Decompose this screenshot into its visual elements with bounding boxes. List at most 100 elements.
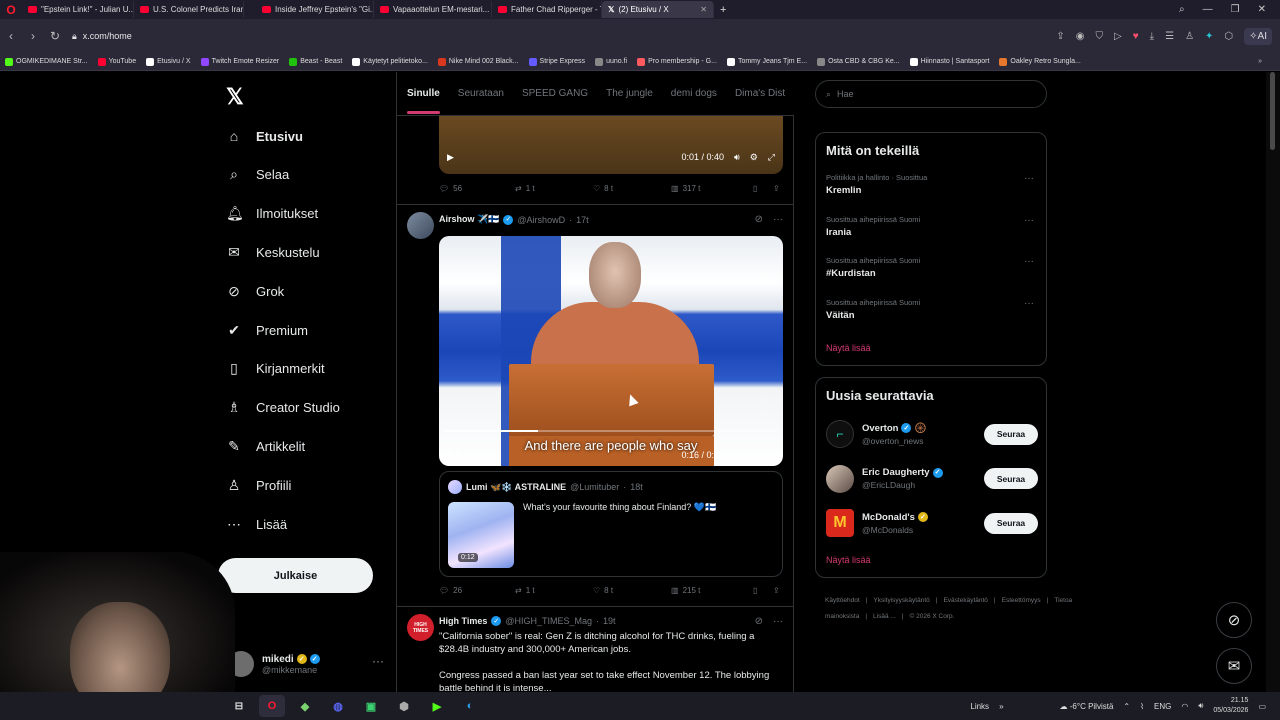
app-taskbar-icon[interactable]: ⬢ (391, 695, 417, 717)
share-icon[interactable]: ⇪ (773, 586, 780, 595)
notifications-icon[interactable]: ▭ (1258, 702, 1266, 711)
search-input[interactable]: ⌕ Hae (815, 80, 1047, 108)
nav-item-profiili[interactable]: ♙ Profiili (226, 472, 292, 498)
url-field[interactable]: 🔒︎ x.com/home (72, 31, 132, 42)
search-tabs-icon[interactable]: ⌕ (1179, 4, 1185, 15)
play-icon[interactable]: ▷ (1114, 31, 1122, 42)
timeline-tab[interactable]: SPEED GANG (522, 88, 588, 99)
nav-item-keskustelu[interactable]: ✉ Keskustelu (226, 239, 319, 265)
bookmark-item[interactable]: Twitch Emote Resizer (196, 57, 285, 66)
wifi-icon[interactable]: ◠ (1181, 702, 1188, 711)
show-more-link[interactable]: Näytä lisää (826, 555, 871, 565)
more-options-icon[interactable]: ··· (1024, 173, 1034, 184)
bookmark-item[interactable]: YouTube (93, 57, 142, 66)
more-options-icon[interactable]: ··· (1024, 256, 1034, 267)
nav-item-etusivu[interactable]: ⌂ Etusivu (226, 123, 303, 149)
trend-item[interactable]: Suosittua aihepiirissä Suomi Irania ··· (826, 215, 1038, 238)
edge-taskbar-icon[interactable]: ◐ (457, 695, 483, 717)
scrollbar-thumb[interactable] (1270, 72, 1275, 150)
post-button[interactable]: Julkaise (218, 558, 373, 593)
minimize-icon[interactable]: — (1203, 4, 1213, 15)
x-logo-icon[interactable]: 𝕏 (226, 84, 244, 110)
footer-link[interactable]: Käyttöehdot (825, 597, 860, 604)
messages-fab-icon[interactable]: ✉ (1216, 648, 1252, 684)
timeline-tab[interactable]: Dima's Dist (735, 88, 785, 99)
close-tab-icon[interactable]: ✕ (696, 5, 707, 14)
timeline-tab[interactable]: The jungle (606, 88, 653, 99)
profile-icon[interactable]: ♙ (1185, 31, 1194, 42)
nav-item-grok[interactable]: ⊘ Grok (226, 278, 284, 304)
follow-suggestion[interactable]: Eric Daugherty ✓ @EricLDaugh Seuraa (826, 461, 1038, 497)
follow-button[interactable]: Seuraa (984, 512, 1038, 534)
trend-item[interactable]: Suosittua aihepiirissä Suomi Väitän ··· (826, 298, 1038, 321)
account-switcher[interactable]: mikedi ✓ ✓ @mikkemane ··· (228, 646, 388, 682)
weather-widget[interactable]: ☁ -6°C Pilvistä (1060, 702, 1114, 711)
more-options-icon[interactable]: ··· (1024, 298, 1034, 309)
extension-icon[interactable]: ✦ (1205, 31, 1213, 42)
grok-fab-icon[interactable]: ⊘ (1216, 602, 1252, 638)
follow-suggestion[interactable]: M McDonald's ✓ @McDonalds Seuraa (826, 505, 1038, 541)
shield-icon[interactable]: ⛉ (1096, 31, 1104, 42)
pause-icon[interactable]: ❚❚ (447, 450, 462, 461)
nav-item-ilmoitukset[interactable]: 🔔︎ Ilmoitukset (226, 201, 318, 227)
bookmark-icon[interactable]: ▯ (753, 586, 773, 595)
footer-link[interactable]: Esteettömyys (1002, 597, 1041, 604)
trend-item[interactable]: Politiikka ja hallinto · Suosittua Kremli… (826, 173, 1038, 196)
follow-button[interactable]: Seuraa (984, 468, 1038, 489)
bookmark-item[interactable]: Oakley Retro Sungla... (994, 57, 1085, 66)
browser-tab[interactable]: U.S. Colonel Predicts Iran (134, 1, 244, 18)
ai-button[interactable]: ✧AI (1244, 27, 1272, 45)
bookmark-item[interactable]: Nike Mind 002 Black... (433, 57, 524, 66)
footer-link[interactable]: Yksityisyyskäytäntö (873, 597, 929, 604)
app-taskbar-icon[interactable]: ▣ (358, 695, 384, 717)
reply-button[interactable]: 💬︎ 56 (439, 184, 515, 193)
language-indicator[interactable]: ENG (1154, 702, 1171, 711)
nav-item-premium[interactable]: ✔ Premium (226, 317, 308, 343)
settings-icon[interactable]: ⚙ (750, 152, 758, 163)
trend-item[interactable]: Suosittua aihepiirissä Suomi #Kurdistan ··… (826, 256, 1038, 279)
bookmark-item[interactable]: Käytetyt pelitietoko... (347, 57, 433, 66)
nav-item-lisää[interactable]: ⋯ Lisää (226, 511, 287, 537)
more-options-icon[interactable]: ··· (1024, 215, 1034, 226)
reload-icon[interactable]: ↻ (44, 29, 66, 43)
nav-item-selaa[interactable]: ⌕ Selaa (226, 162, 289, 188)
app-taskbar-icon[interactable]: ▶ (424, 695, 450, 717)
download-icon[interactable]: ⤓ (1150, 31, 1154, 42)
chevron-up-icon[interactable]: ⌃ (1123, 702, 1130, 711)
more-options-icon[interactable]: ··· (773, 214, 783, 225)
bookmark-item[interactable]: Tommy Jeans Tjm E... (722, 57, 812, 66)
heart-icon[interactable]: ♥ (1133, 31, 1139, 42)
timeline-tab[interactable]: Sinulle (407, 88, 440, 114)
bookmark-item[interactable]: Beast - Beast (284, 57, 347, 66)
share-icon[interactable]: ⇪ (1056, 31, 1064, 42)
author-name[interactable]: High Times (439, 616, 487, 626)
timeline-tab[interactable]: demi dogs (671, 88, 717, 99)
nav-item-creator-studio[interactable]: ♗ Creator Studio (226, 395, 340, 421)
like-button[interactable]: ♡ 8 t (593, 184, 671, 193)
bookmark-item[interactable]: Stripe Express (524, 57, 591, 66)
like-button[interactable]: ♡ 8 t (593, 586, 671, 595)
bookmark-item[interactable]: Osta CBD & CBG Ke... (812, 57, 905, 66)
browser-tab[interactable]: Inside Jeffrey Epstein's "Gi... (256, 1, 374, 18)
fullscreen-icon[interactable]: ⤢ (768, 450, 775, 461)
avatar[interactable]: HIGH TIMES (407, 614, 434, 641)
author-name[interactable]: Airshow ✈️🇫🇮 (439, 214, 499, 225)
browser-tab[interactable]: "Epstein Link!" - Julian U... (22, 1, 134, 18)
menu-icon[interactable]: ☰ (1165, 31, 1174, 42)
bookmark-item[interactable]: OGMIKEDIMANE Str... (0, 57, 93, 66)
volume-icon[interactable]: 🔊︎ (734, 152, 740, 163)
quoted-tweet[interactable]: Lumi 🦋❄️ ASTRALINE @Lumituber · 18t 0:12… (439, 471, 783, 577)
discord-taskbar-icon[interactable]: ◍ (325, 695, 351, 717)
share-icon[interactable]: ⇪ (773, 184, 780, 193)
nav-item-artikkelit[interactable]: ✎ Artikkelit (226, 433, 305, 459)
bookmark-item[interactable]: uuno.fi (590, 57, 632, 66)
follow-suggestion[interactable]: ⌐ Overton ✓ 🛞 @overton_news Seuraa (826, 416, 1038, 452)
footer-link[interactable]: Lisää ... (873, 613, 896, 620)
volume-icon[interactable]: 🔊︎ (734, 450, 740, 461)
browser-tab[interactable]: Father Chad Ripperger - Th... (492, 1, 602, 18)
quoted-video-thumbnail[interactable]: 0:12 (448, 502, 514, 568)
bookmark-item[interactable]: Etusivu / X (141, 57, 195, 66)
links-toolbar[interactable]: Links (970, 702, 989, 711)
nav-item-kirjanmerkit[interactable]: ▯ Kirjanmerkit (226, 356, 324, 382)
views-button[interactable]: ▥ 317 t (671, 184, 753, 193)
